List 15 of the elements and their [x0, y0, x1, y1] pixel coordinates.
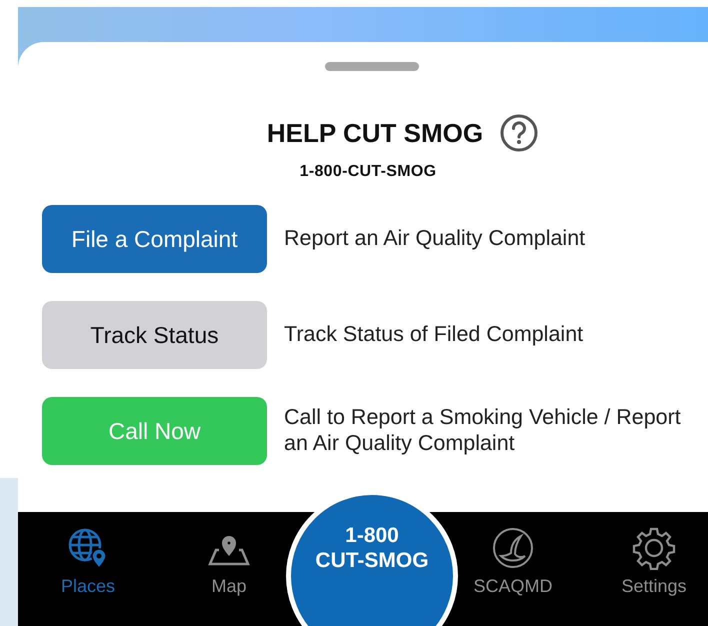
tab-item[interactable]: Settings [604, 512, 704, 626]
help-icon[interactable] [499, 113, 540, 153]
action-description: Call to Report a Smoking Vehicle / Report an Air Quality Complaint [284, 405, 682, 457]
tab-item[interactable]: Places [38, 512, 138, 626]
tab-item[interactable]: Map [179, 512, 279, 626]
action-description: Track Status of Filed Complaint [284, 322, 584, 348]
action-description: Report an Air Quality Complaint [284, 226, 586, 252]
drag-handle[interactable] [325, 62, 419, 71]
sheet-title: HELP CUT SMOG [266, 118, 484, 148]
action-button[interactable]: Track Status [42, 301, 267, 369]
bird-logo-icon [491, 526, 535, 570]
settings-icon [632, 526, 676, 570]
action-button[interactable]: File a Complaint [42, 205, 267, 273]
tab-item[interactable]: SCAQMD [463, 512, 563, 626]
phone-number: 1-800-CUT-SMOG [298, 163, 438, 181]
